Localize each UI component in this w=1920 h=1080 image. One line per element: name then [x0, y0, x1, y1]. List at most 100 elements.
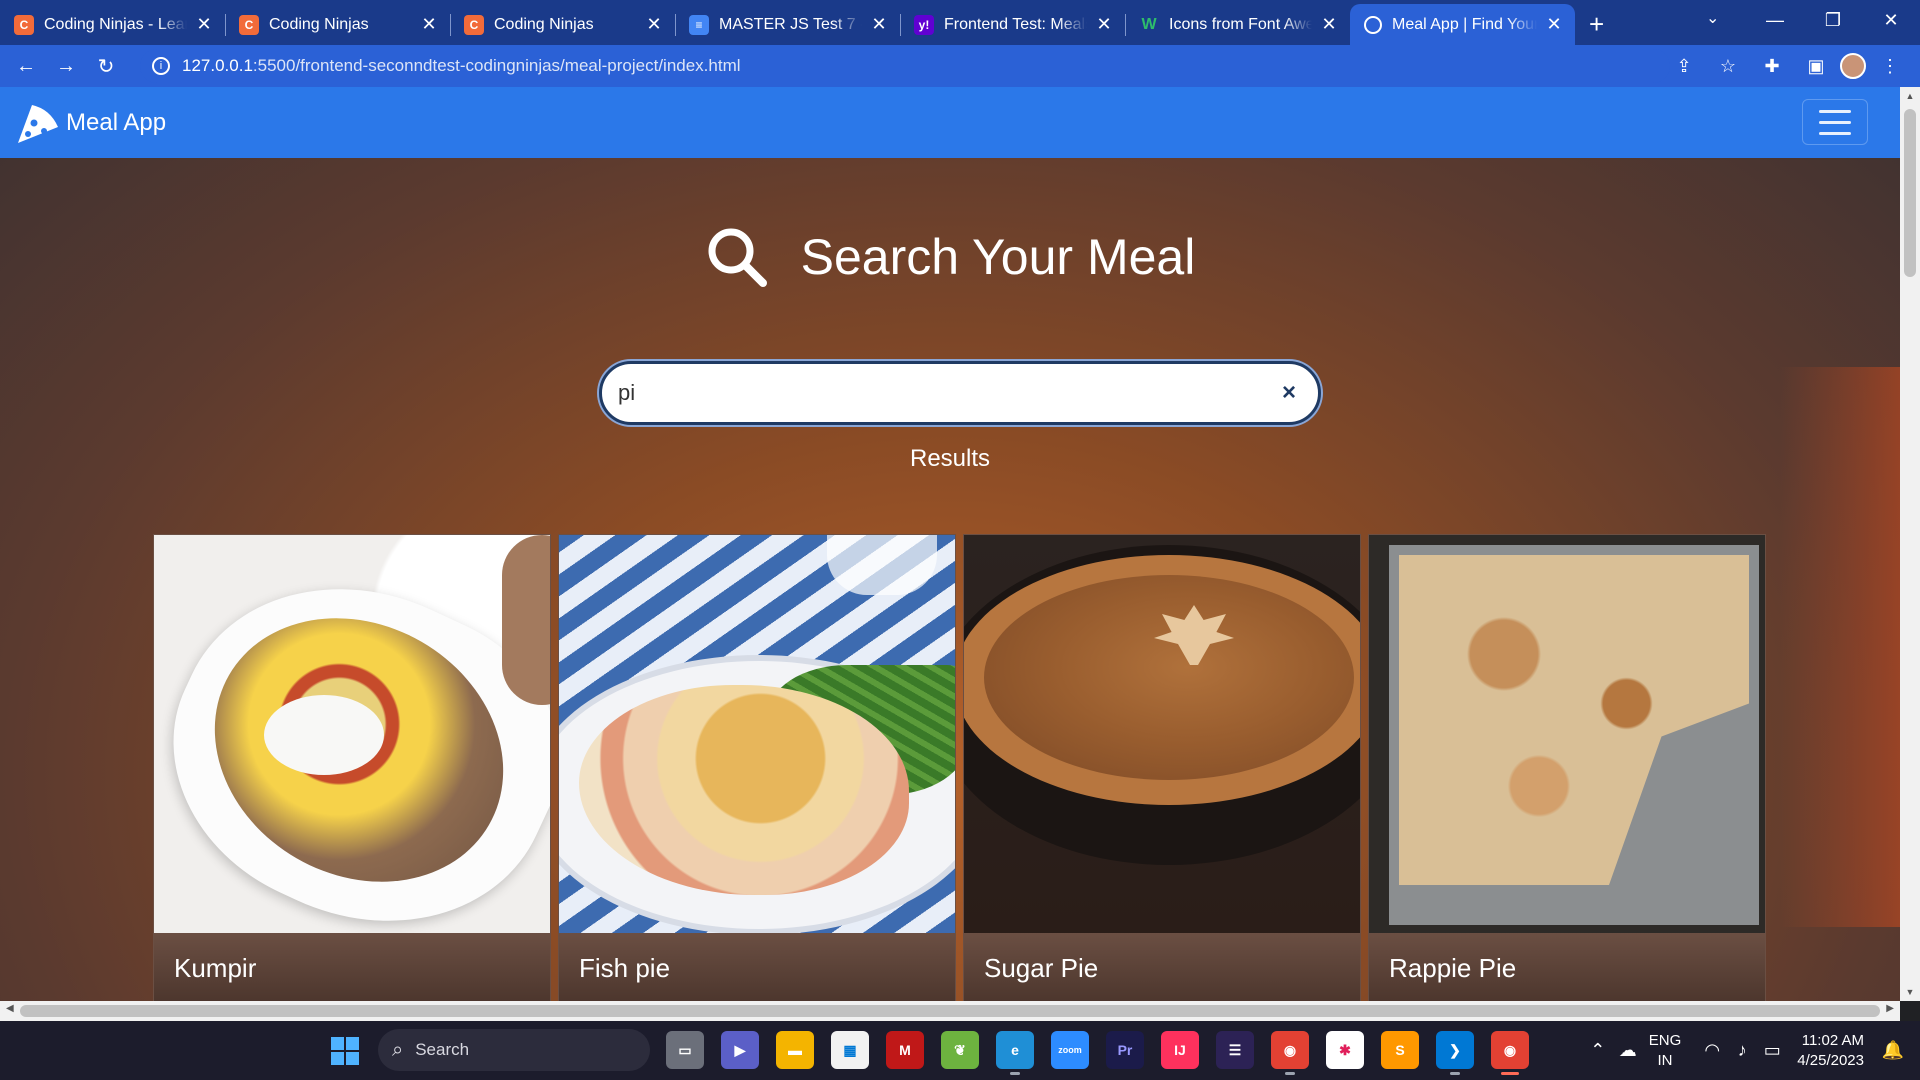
vscode-icon[interactable]: ❯ [1436, 1031, 1474, 1075]
tab-title: Meal App | Find Your [1392, 15, 1537, 33]
premiere-icon[interactable]: Pr [1106, 1031, 1144, 1069]
volume-icon[interactable]: ♪ [1727, 1040, 1757, 1061]
browser-tab[interactable]: y! Frontend Test: Meals A ✕ [900, 4, 1125, 45]
url-path: :5500/frontend-seconndtest-codingninjas/… [252, 56, 741, 75]
language-indicator[interactable]: ENG IN [1649, 1031, 1682, 1071]
clear-search-icon[interactable]: × [1274, 378, 1304, 408]
tab-search-icon[interactable]: ⌄ [1706, 8, 1719, 28]
profile-avatar[interactable] [1840, 53, 1866, 79]
task-view-icon[interactable]: ▭ [666, 1031, 704, 1069]
meal-name[interactable]: Kumpir [174, 953, 256, 984]
tab-title: Coding Ninjas [269, 15, 369, 33]
close-icon[interactable]: ✕ [1320, 14, 1338, 35]
meal-search-box: × [599, 361, 1321, 425]
chrome-icon[interactable]: ◉ [1271, 1031, 1309, 1075]
intellij-icon[interactable]: IJ [1161, 1031, 1199, 1069]
meal-image[interactable] [964, 535, 1360, 933]
meal-name[interactable]: Sugar Pie [984, 953, 1098, 984]
close-icon[interactable]: ✕ [195, 14, 213, 35]
share-icon[interactable]: ⇪ [1664, 56, 1704, 77]
edge-icon[interactable]: e [996, 1031, 1034, 1075]
browser-tab-active[interactable]: Meal App | Find Your ✕ [1350, 4, 1575, 45]
close-icon[interactable]: ✕ [1095, 14, 1113, 35]
clock[interactable]: 11:02 AM 4/25/2023 [1797, 1031, 1864, 1071]
taskbar-search[interactable]: ⌕ Search [378, 1029, 650, 1071]
meal-name[interactable]: Fish pie [579, 953, 670, 984]
menu-kebab-icon[interactable]: ⋮ [1870, 56, 1910, 77]
new-tab-button[interactable]: + [1575, 4, 1618, 45]
site-info-icon[interactable]: i [152, 57, 170, 75]
food-shape [984, 575, 1354, 780]
side-panel-icon[interactable]: ▣ [1796, 56, 1836, 77]
onedrive-cloud-icon[interactable]: ☁ [1613, 1040, 1643, 1061]
windows-start-icon[interactable] [331, 1037, 359, 1065]
hamburger-menu-button[interactable] [1802, 99, 1868, 145]
eclipse-icon[interactable]: ☰ [1216, 1031, 1254, 1069]
restore-icon[interactable]: ❐ [1804, 10, 1862, 31]
scrollbar-thumb[interactable] [20, 1005, 1880, 1017]
wifi-icon[interactable]: ◠ [1697, 1040, 1727, 1061]
coding-ninjas-icon: C [464, 14, 484, 35]
food-shape [502, 535, 550, 705]
file-explorer-icon[interactable]: ▬ [776, 1031, 814, 1069]
browser-tab[interactable]: ≡ MASTER JS Test 7 - M ✕ [675, 4, 900, 45]
minimize-icon[interactable]: — [1746, 10, 1804, 31]
sublime-icon[interactable]: S [1381, 1031, 1419, 1069]
address-bar[interactable]: i 127.0.0.1:5500/frontend-seconndtest-co… [140, 49, 1670, 83]
browser-tab[interactable]: C Coding Ninjas ✕ [225, 4, 450, 45]
vertical-scrollbar[interactable]: ▲ ▼ [1900, 87, 1920, 1001]
pizza-logo-icon[interactable] [14, 101, 60, 145]
food-shape [264, 695, 384, 775]
scroll-left-arrow-icon[interactable]: ◀ [6, 1003, 14, 1014]
teams-icon[interactable]: ▶ [721, 1031, 759, 1069]
mcafee-icon[interactable]: M [886, 1031, 924, 1069]
forward-arrow-icon[interactable]: → [46, 55, 86, 78]
bookmark-star-icon[interactable]: ☆ [1708, 56, 1748, 77]
browser-tab[interactable]: C Coding Ninjas - Learn ✕ [0, 4, 225, 45]
menu-line [1819, 109, 1851, 113]
meal-card[interactable]: Fish pie [558, 534, 956, 1001]
chrome-profile-icon[interactable]: ◉ [1491, 1031, 1529, 1075]
spring-icon[interactable]: ❦ [941, 1031, 979, 1069]
back-arrow-icon[interactable]: ← [6, 55, 46, 78]
meal-card[interactable]: Rappie Pie [1368, 534, 1766, 1001]
close-window-icon[interactable]: ✕ [1862, 10, 1920, 31]
close-icon[interactable]: ✕ [1545, 14, 1563, 35]
notification-bell-icon[interactable]: 🔔 [1878, 1040, 1908, 1061]
browser-toolbar: ← → ↻ i 127.0.0.1:5500/frontend-seconndt… [0, 45, 1920, 87]
zoom-icon[interactable]: zoom [1051, 1031, 1089, 1069]
reload-icon[interactable]: ↻ [86, 54, 126, 79]
tab-title: Icons from Font Awes [1169, 15, 1312, 33]
horizontal-scrollbar[interactable]: ◀ ▶ [0, 1001, 1900, 1021]
chevron-up-icon[interactable]: ⌃ [1583, 1040, 1613, 1061]
browser-tab[interactable]: W Icons from Font Awes ✕ [1125, 4, 1350, 45]
menu-line [1819, 131, 1851, 135]
meal-search-input[interactable] [618, 380, 1274, 406]
scrollbar-thumb[interactable] [1904, 109, 1916, 277]
meal-image[interactable] [1369, 535, 1765, 933]
scroll-right-arrow-icon[interactable]: ▶ [1886, 1003, 1894, 1014]
scroll-up-arrow-icon[interactable]: ▲ [1900, 91, 1920, 101]
meal-name[interactable]: Rappie Pie [1389, 953, 1516, 984]
close-icon[interactable]: ✕ [645, 14, 663, 35]
meal-image[interactable] [559, 535, 955, 933]
start-tile [346, 1052, 359, 1065]
app-navbar: Meal App [0, 87, 1900, 158]
battery-icon[interactable]: ▭ [1757, 1040, 1787, 1061]
meal-card[interactable]: Kumpir [153, 534, 551, 1001]
extensions-puzzle-icon[interactable]: ✚ [1752, 56, 1792, 77]
system-tray: ⌃ ☁ ENG IN ◠ ♪ ▭ 11:02 AM 4/25/2023 🔔 [1583, 1021, 1920, 1080]
start-tile [346, 1037, 359, 1050]
browser-tab[interactable]: C Coding Ninjas ✕ [450, 4, 675, 45]
store-icon[interactable]: ▦ [831, 1031, 869, 1069]
close-icon[interactable]: ✕ [870, 14, 888, 35]
meal-results-grid: Kumpir Fish pie Sugar Pie Rappie Pie [153, 534, 1766, 1001]
search-icon [708, 228, 767, 287]
slack-icon[interactable]: ✱ [1326, 1031, 1364, 1069]
close-icon[interactable]: ✕ [420, 14, 438, 35]
brand-name[interactable]: Meal App [66, 109, 166, 137]
meal-card[interactable]: Sugar Pie [963, 534, 1361, 1001]
meal-image[interactable] [154, 535, 550, 933]
search-icon: ⌕ [392, 1038, 404, 1061]
scroll-down-arrow-icon[interactable]: ▼ [1900, 987, 1920, 997]
